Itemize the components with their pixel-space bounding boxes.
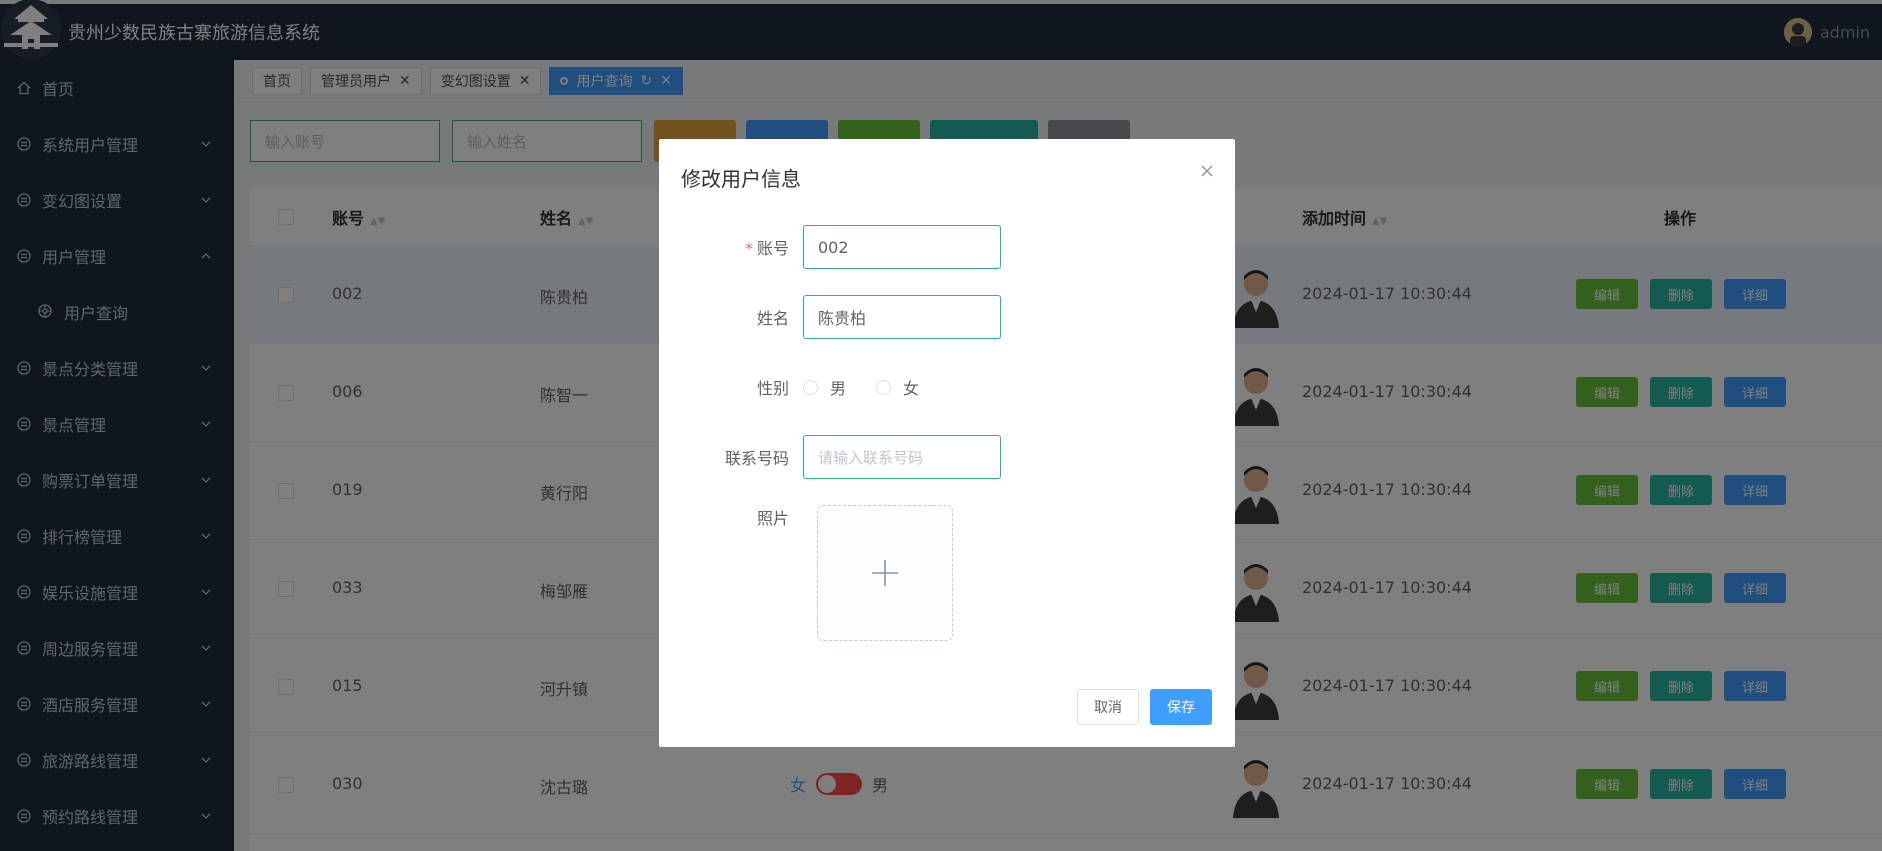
gender-radio-female[interactable]: 女 [876,375,919,399]
account-field[interactable]: 002 [803,225,1001,269]
dialog-title: 修改用户信息 [681,167,801,191]
phone-label: 联系号码 [724,449,789,468]
save-button[interactable]: 保存 [1150,689,1212,725]
plus-icon [872,560,898,586]
form-row-phone: 联系号码 请输入联系号码 [659,435,1235,479]
photo-label: 照片 [756,509,789,528]
name-label: 姓名 [756,309,789,328]
radio-icon [803,379,818,395]
phone-field[interactable]: 请输入联系号码 [803,435,1001,479]
close-icon[interactable] [1199,163,1215,179]
form-row-gender: 性别 男 女 [659,365,1235,409]
edit-user-dialog: 修改用户信息 * 账号 002 姓名 陈贵柏 性别 男 女 联系号码 请输入联系号… [659,139,1235,747]
cancel-button[interactable]: 取消 [1077,689,1139,725]
gender-label: 性别 [756,379,789,398]
photo-upload[interactable] [817,505,953,641]
form-row-name: 姓名 陈贵柏 [659,295,1235,339]
form-row-account: * 账号 002 [659,225,1235,269]
gender-radio-male[interactable]: 男 [803,375,846,399]
name-field[interactable]: 陈贵柏 [803,295,1001,339]
account-label: * 账号 [744,239,789,258]
radio-icon [876,379,892,395]
